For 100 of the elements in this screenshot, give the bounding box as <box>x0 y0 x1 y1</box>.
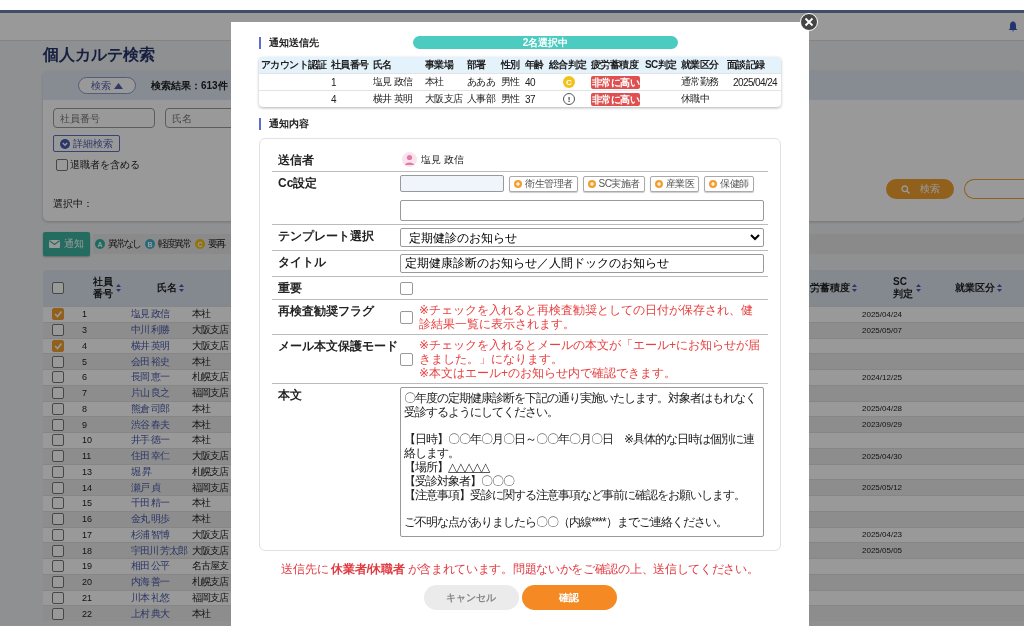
fatigue-badge: 非常に高い <box>591 75 640 89</box>
cc-list-field[interactable] <box>400 200 764 221</box>
employee-link[interactable]: 杉浦 智博 <box>123 527 169 542</box>
cc-input-field[interactable] <box>400 175 504 192</box>
field-label: 本文 <box>278 387 303 403</box>
table-cell-text: 2025/04/24 <box>861 309 903 319</box>
checkbox[interactable] <box>52 450 64 463</box>
employee-link[interactable]: 瀬戸 貞 <box>123 480 160 495</box>
table-cell-text: 3 <box>81 325 87 336</box>
column-header[interactable]: 社員番号 <box>93 276 114 300</box>
table-cell-text: 本社 <box>191 512 210 527</box>
employee-link[interactable]: 渋谷 春夫 <box>123 417 169 432</box>
employee-link[interactable]: 上村 典大 <box>123 606 169 621</box>
checkbox[interactable] <box>400 281 413 295</box>
checkbox[interactable] <box>52 355 64 368</box>
checkbox[interactable] <box>52 308 64 321</box>
checkbox[interactable] <box>52 465 64 478</box>
column-header[interactable]: 労蓄積度 <box>810 281 850 295</box>
checkbox[interactable] <box>52 528 64 541</box>
checkbox[interactable] <box>52 607 64 620</box>
employee-link[interactable]: 片山 良之 <box>123 386 169 401</box>
table-cell-text: 4 <box>330 93 338 105</box>
checkbox[interactable] <box>400 310 413 324</box>
employee-link[interactable]: 堀 昇 <box>123 464 151 479</box>
employee-link[interactable]: 会田 裕史 <box>123 354 169 369</box>
table-cell-text: 2025/04/30 <box>861 451 903 461</box>
employee-link[interactable]: 横井 英明 <box>123 338 169 353</box>
checkbox[interactable] <box>52 418 64 431</box>
envelope-icon <box>49 240 60 248</box>
checkbox[interactable] <box>52 481 64 494</box>
add-cc-button[interactable]: SC実施者 <box>582 175 645 192</box>
checkbox[interactable] <box>400 352 413 366</box>
check-icon <box>53 309 63 320</box>
column-header[interactable]: 就業区分 <box>955 281 995 295</box>
checkbox[interactable] <box>52 402 64 415</box>
sender-name: 塩見 政信 <box>421 152 464 167</box>
fatigue-badge: 非常に高い <box>591 92 640 106</box>
add-cc-button[interactable]: 衛生管理者 <box>509 175 578 192</box>
employee-link[interactable]: 住田 幸仁 <box>123 449 169 464</box>
employee-link[interactable]: 熊倉 司郎 <box>123 401 169 416</box>
table-cell-text: 7 <box>81 388 87 399</box>
plus-icon <box>514 179 522 188</box>
checkbox[interactable] <box>52 387 64 400</box>
employee-link[interactable]: 千田 精一 <box>123 496 169 511</box>
field-label: 再検査勧奨フラグ <box>278 303 376 319</box>
checkbox[interactable] <box>52 560 64 573</box>
column-header: 年齢 <box>524 58 545 72</box>
checkbox[interactable] <box>52 497 64 510</box>
checkbox[interactable] <box>56 159 68 171</box>
confirm-button[interactable]: 確認 <box>521 585 617 610</box>
advanced-search-button[interactable]: 詳細検索 <box>53 135 120 152</box>
close-button[interactable] <box>800 13 818 31</box>
employee-link[interactable]: 相田 公平 <box>123 559 169 574</box>
checkbox[interactable] <box>52 324 64 337</box>
template-select[interactable]: 定期健診のお知らせ <box>400 228 764 247</box>
checkbox[interactable] <box>52 282 64 294</box>
employee-link[interactable]: 井手 徳一 <box>123 433 169 448</box>
checkbox[interactable] <box>52 591 64 604</box>
add-cc-button[interactable]: 保健師 <box>704 175 754 192</box>
checkbox[interactable] <box>52 544 64 557</box>
note-text: ※チェックを入れるとメールの本文が「エール+にお知らせが届きました。」になります。 <box>419 338 762 366</box>
blank-button[interactable] <box>964 179 1024 199</box>
add-cc-button[interactable]: 産業医 <box>649 175 700 192</box>
note-text: ※本文はエール+のお知らせ内で確認できます。 <box>419 366 678 380</box>
title-field[interactable]: 定期健康診断のお知らせ／人間ドックのお知らせ <box>400 254 764 273</box>
field-label: メール本文保護モード <box>278 338 399 354</box>
table-cell-text: 大阪支店 <box>191 527 228 542</box>
table-cell-text: 札幌支店 <box>191 464 228 479</box>
notify-button[interactable]: 通知 <box>43 232 90 256</box>
table-cell-text: 本社 <box>191 307 210 322</box>
checkbox[interactable] <box>52 339 64 352</box>
sort-icon <box>179 284 184 292</box>
employee-link[interactable]: 長岡 恵一 <box>123 370 169 385</box>
column-header: 部署 <box>466 58 487 72</box>
table-cell-text: 2023/09/29 <box>861 420 903 430</box>
checkbox[interactable] <box>52 371 64 384</box>
column-header: 疲労蓄積度 <box>590 58 640 72</box>
message-body-field[interactable]: 〇年度の定期健康診断を下記の通り実施いたします。対象者はもれなく受診するようにしてください。 【日時】〇〇年〇月〇日～〇〇年〇月〇日 ※具体的な日時は個別に連絡します。 【場所】△△△△△ 【受診対象者】〇〇〇 【注意事項】受診に関する注意事項など事前に確認をお願いします。 ご不明な点がありましたら〇〇（内線****）までご連絡ください。 <box>400 387 764 537</box>
employee-link[interactable]: 金丸 明歩 <box>123 512 169 527</box>
legend-label: 異常なし <box>108 237 140 251</box>
employee-link[interactable]: 中川 利勝 <box>123 323 169 338</box>
table-cell-text: 14 <box>81 482 92 493</box>
body-text: 〇年度の定期健康診断を下記の通り実施いたします。対象者はもれなく受診するようにしてください。 <box>404 391 757 419</box>
text-field[interactable]: 社員番号 <box>53 108 155 128</box>
table-cell-text: 男性 <box>500 92 521 106</box>
employee-link[interactable]: 塩見 政信 <box>123 307 169 322</box>
employee-link[interactable]: 川本 礼悠 <box>123 590 169 605</box>
table-cell-text: 5 <box>81 356 87 367</box>
cancel-button[interactable]: キャンセル <box>423 585 519 610</box>
chevron-down-icon <box>60 138 70 149</box>
employee-link[interactable]: 宇田川 芳太郎 <box>123 543 187 558</box>
checkbox[interactable] <box>52 513 64 526</box>
column-header[interactable]: 氏名 <box>157 281 177 295</box>
column-header[interactable]: SC判定 <box>893 276 914 300</box>
checkbox[interactable] <box>52 576 64 589</box>
checkbox[interactable] <box>52 434 64 447</box>
column-header: 事業場 <box>424 58 455 72</box>
table-cell-text: 2025/04/24 <box>732 76 779 88</box>
search-toggle-button[interactable]: 検索 <box>78 77 136 94</box>
plus-icon <box>654 179 663 188</box>
